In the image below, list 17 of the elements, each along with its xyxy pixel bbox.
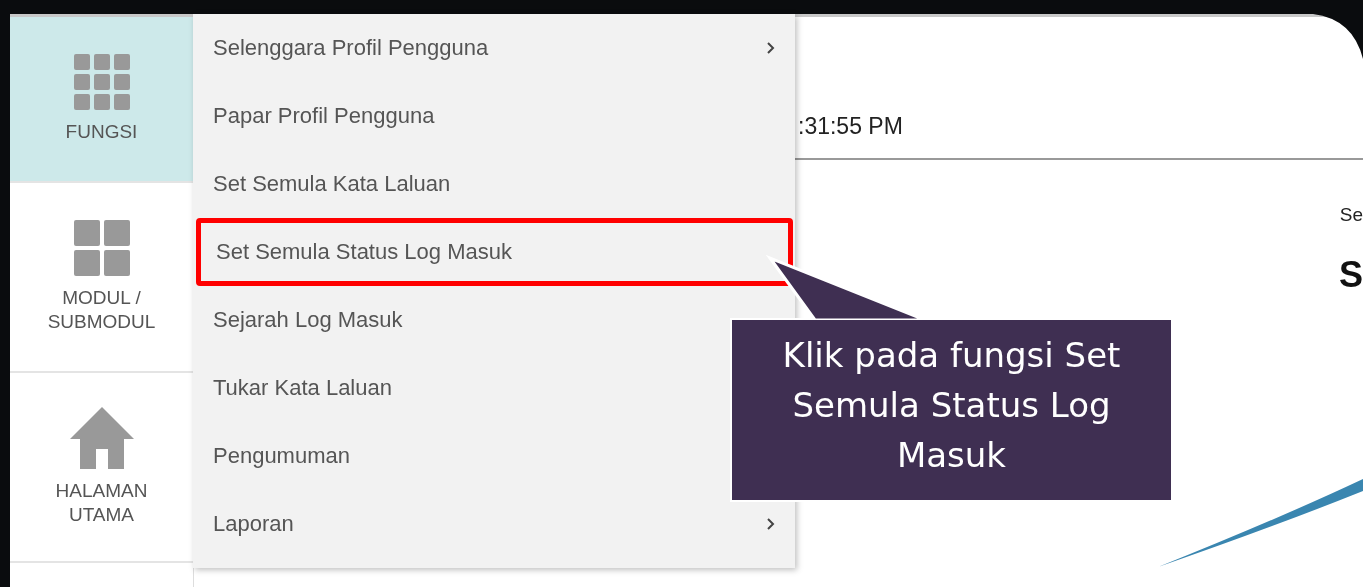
grid-icon xyxy=(73,54,130,111)
menu-item[interactable]: Papar Profil Pengguna xyxy=(193,82,795,150)
content-text: Se xyxy=(1339,204,1363,226)
grid-icon xyxy=(73,220,130,277)
chevron-icon xyxy=(766,42,776,54)
menu-item[interactable]: Selenggara Profil Pengguna xyxy=(193,14,795,82)
menu-item[interactable]: Set Semula Kata Laluan xyxy=(193,150,795,218)
chevron-icon xyxy=(766,518,776,530)
home-icon xyxy=(69,407,134,470)
sidebar-item[interactable]: FUNGSI xyxy=(10,17,193,183)
sidebar-label: FUNGSI xyxy=(64,120,139,144)
corner-drawing xyxy=(1313,14,1363,59)
sidebar-label: HALAMAN UTAMA xyxy=(54,479,149,527)
sidebar-label: MODUL / SUBMODUL xyxy=(46,286,157,334)
menu-item[interactable]: Set Semula Status Log Masuk xyxy=(196,218,793,286)
time-text: :31:55 PM xyxy=(798,113,903,140)
content-heading: S xyxy=(1339,254,1363,296)
